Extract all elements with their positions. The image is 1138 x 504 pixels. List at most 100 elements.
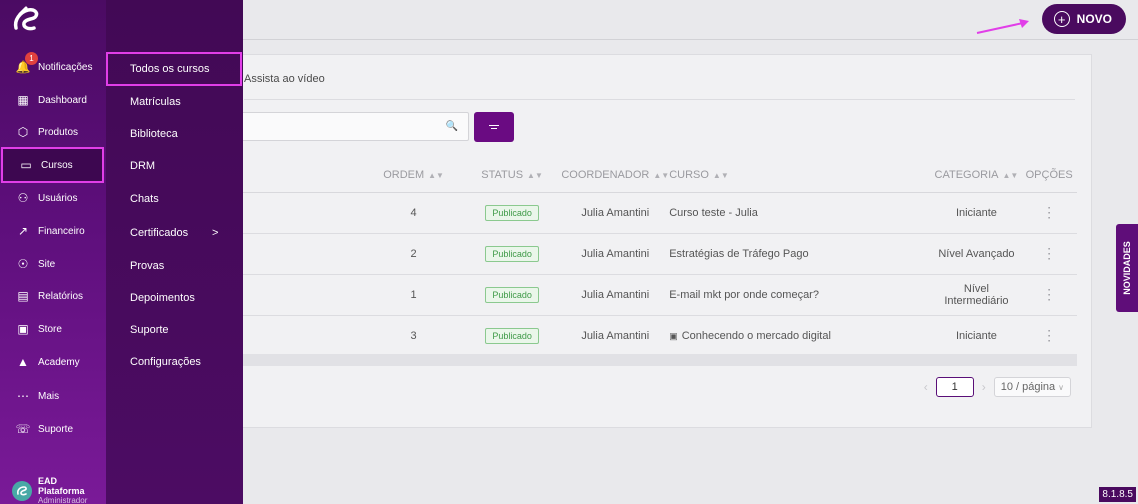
submenu-item-matriculas[interactable]: Matrículas	[130, 96, 181, 108]
courses-card: Assista ao vídeo 🔍 ORDEM ▲▼ STATUS ▲▼ COOR…	[200, 54, 1092, 428]
submenu-item-configuracoes[interactable]: Configurações	[130, 356, 201, 368]
sidebar-item-financeiro[interactable]: ↗ Financeiro	[0, 216, 106, 246]
page-size-select[interactable]: 10 / página ∨	[993, 377, 1071, 397]
novidades-tab[interactable]: NOVIDADES	[1116, 224, 1138, 312]
table-row[interactable]: 4 Publicado Julia Amantini Curso teste -…	[201, 192, 1077, 234]
cell-coordenador: Julia Amantini	[561, 315, 670, 357]
sidebar-item-label: Financeiro	[38, 225, 85, 237]
sidebar-item-label: Dashboard	[38, 94, 87, 106]
kebab-menu-icon: ⋮	[1042, 204, 1057, 220]
status-badge: Publicado	[485, 286, 539, 303]
table-row[interactable]: 2 Publicado Julia Amantini Estratégias d…	[201, 233, 1077, 275]
plus-circle-icon: +	[1053, 11, 1070, 27]
next-page-icon[interactable]: ›	[982, 380, 986, 394]
submenu-item-provas[interactable]: Provas	[130, 260, 164, 272]
version-badge: 8.1.8.5	[1099, 487, 1136, 502]
row-options-button[interactable]: ⋮	[1021, 274, 1077, 316]
sidebar-item-label: Relatórios	[38, 290, 84, 302]
cell-coordenador: Julia Amantini	[561, 274, 670, 316]
sidebar-item-mais[interactable]: ⋯ Mais	[0, 381, 106, 411]
cell-categoria: Nível Intermediário	[931, 274, 1022, 316]
cell-ordem: 4	[364, 192, 463, 234]
watch-video-link[interactable]: Assista ao vídeo	[244, 73, 325, 85]
sidebar-item-label: Suporte	[38, 423, 74, 435]
sidebar-item-label: Usuários	[38, 192, 78, 204]
cube-icon: ⬡	[17, 125, 29, 139]
sidebar-item-notificacoes[interactable]: 🔔 Notificações	[0, 52, 106, 82]
sidebar-item-suporte[interactable]: ☏ Suporte	[0, 414, 106, 444]
sidebar-item-produtos[interactable]: ⬡ Produtos	[0, 117, 106, 147]
cell-curso[interactable]: Estratégias de Tráfego Pago	[669, 233, 932, 275]
sidebar-item-label: Produtos	[38, 126, 79, 138]
sort-icon: ▲▼	[653, 171, 670, 181]
current-page[interactable]: 1	[935, 377, 974, 397]
search-icon[interactable]: 🔍	[446, 121, 458, 132]
sort-icon: ▲▼	[712, 171, 729, 181]
sidebar-item-cursos[interactable]: ▭ Cursos	[1, 147, 104, 183]
new-button[interactable]: + NOVO	[1041, 4, 1126, 34]
cell-categoria: Iniciante	[931, 315, 1022, 357]
kebab-menu-icon: ⋮	[1042, 245, 1057, 261]
column-header-categoria[interactable]: CATEGORIA ▲▼	[931, 159, 1022, 193]
column-header-status[interactable]: STATUS ▲▼	[462, 159, 562, 193]
submenu-item-biblioteca[interactable]: Biblioteca	[130, 128, 178, 140]
sidebar-item-label: Store	[38, 323, 62, 335]
submenu-item-todos-os-cursos[interactable]: Todos os cursos	[130, 63, 209, 75]
sidebar-item-label: Mais	[38, 390, 60, 402]
table-header-row: ORDEM ▲▼ STATUS ▲▼ COORDENADOR ▲▼ CURSO ▲▼ C…	[201, 159, 1077, 193]
sidebar-item-label: Cursos	[41, 159, 73, 171]
sidebar-item-store[interactable]: ▣ Store	[0, 314, 106, 344]
sidebar-item-academy[interactable]: ▲ Academy	[0, 347, 106, 377]
table-row[interactable]: 1 Publicado Julia Amantini E-mail mkt po…	[201, 274, 1077, 316]
submenu-item-suporte[interactable]: Suporte	[130, 324, 169, 336]
kebab-menu-icon: ⋮	[1042, 286, 1057, 302]
prev-page-icon[interactable]: ‹	[924, 380, 928, 394]
row-options-button[interactable]: ⋮	[1021, 192, 1077, 234]
row-options-button[interactable]: ⋮	[1021, 315, 1077, 357]
cell-categoria: Iniciante	[931, 192, 1022, 234]
chevron-right-icon: >	[212, 227, 219, 239]
annotation-arrow-icon	[976, 19, 1029, 34]
status-badge: Publicado	[485, 204, 539, 221]
submenu-item-certificados[interactable]: Certificados	[130, 227, 188, 239]
cell-curso[interactable]: E-mail mkt por onde começar?	[669, 274, 932, 316]
pagination: ‹ 1 › 10 / página ∨	[924, 377, 1071, 397]
cell-curso[interactable]: ▣ Conhecendo o mercado digital	[669, 315, 932, 357]
grid-icon: ▦	[17, 93, 29, 107]
sidebar-item-dashboard[interactable]: ▦ Dashboard	[0, 85, 106, 115]
column-header-coordenador[interactable]: COORDENADOR ▲▼	[561, 159, 670, 193]
status-badge: Publicado	[485, 245, 539, 262]
cell-curso[interactable]: Curso teste - Julia	[669, 192, 932, 234]
sort-icon: ▲▼	[428, 171, 444, 181]
row-options-button[interactable]: ⋮	[1021, 233, 1077, 275]
novidades-label: NOVIDADES	[1122, 241, 1133, 295]
filter-icon	[489, 123, 499, 131]
cell-status: Publicado	[462, 274, 562, 316]
column-header-ordem[interactable]: ORDEM ▲▼	[364, 159, 463, 193]
graduation-cap-icon: ▲	[17, 355, 29, 369]
horizontal-scrollbar[interactable]	[201, 354, 1077, 366]
kebab-menu-icon: ⋮	[1042, 327, 1057, 343]
table-row[interactable]: 3 Publicado Julia Amantini ▣ Conhecendo o…	[201, 315, 1077, 357]
cell-coordenador: Julia Amantini	[561, 192, 670, 234]
report-icon: ▤	[17, 289, 29, 303]
submenu-item-chats[interactable]: Chats	[130, 193, 159, 205]
sidebar-item-label: Notificações	[38, 61, 93, 73]
courses-table: ORDEM ▲▼ STATUS ▲▼ COORDENADOR ▲▼ CURSO ▲▼ C…	[201, 159, 1077, 357]
submenu-item-drm[interactable]: DRM	[130, 160, 155, 172]
divider	[244, 99, 1075, 100]
sidebar-item-relatorios[interactable]: ▤ Relatórios	[0, 281, 106, 311]
user-profile[interactable]: EAD Plataforma Administrador	[12, 476, 106, 504]
sidebar-item-site[interactable]: ☉ Site	[0, 249, 106, 279]
submenu-item-depoimentos[interactable]: Depoimentos	[130, 292, 195, 304]
user-name: EAD Plataforma	[38, 476, 85, 496]
column-header-curso[interactable]: CURSO ▲▼	[669, 159, 932, 193]
user-role: Administrador	[38, 496, 88, 504]
store-icon: ▣	[17, 322, 29, 336]
sidebar-item-usuarios[interactable]: ⚇ Usuários	[0, 183, 106, 213]
brand-mini-icon	[17, 485, 27, 495]
cell-ordem: 1	[364, 274, 463, 316]
filter-button[interactable]	[474, 112, 514, 142]
brand-logo-icon[interactable]	[12, 6, 42, 34]
watch-video-label: Assista ao vídeo	[244, 73, 325, 85]
